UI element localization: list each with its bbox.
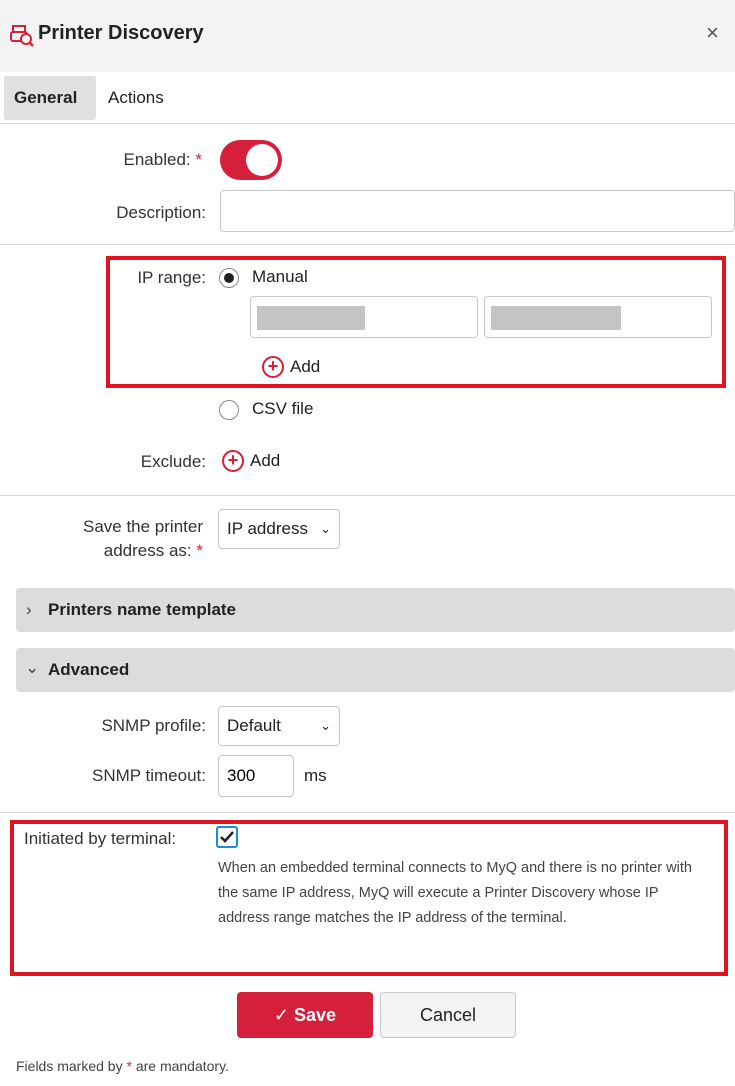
divider — [0, 244, 735, 245]
save-address-label: Save the printer address as: * — [82, 517, 203, 560]
chevron-down-icon: ⌄ — [320, 521, 331, 536]
divider — [0, 812, 735, 813]
description-label: Description: — [116, 203, 206, 222]
save-address-select[interactable]: IP address ⌄ — [218, 509, 340, 549]
close-icon[interactable]: × — [706, 20, 719, 46]
exclude-label: Exclude: — [140, 452, 206, 471]
snmp-timeout-input[interactable] — [218, 755, 294, 797]
checkmark-icon — [220, 831, 234, 843]
redacted-value — [257, 306, 365, 330]
tab-general[interactable]: General — [4, 76, 96, 120]
csv-radio-label: CSV file — [252, 399, 314, 418]
ip-range-from-input[interactable] — [250, 296, 478, 338]
snmp-timeout-unit: ms — [304, 766, 327, 785]
snmp-timeout-label: SNMP timeout: — [91, 766, 206, 785]
manual-radio-label: Manual — [252, 267, 308, 286]
advanced-section[interactable]: ⌄ Advanced — [16, 648, 735, 692]
save-button[interactable]: ✓ Save — [237, 992, 373, 1038]
radio-selected-dot — [224, 273, 234, 283]
chevron-right-icon: › — [26, 600, 32, 619]
description-input[interactable] — [220, 190, 735, 232]
add-exclude-button[interactable]: Add — [250, 451, 280, 471]
enabled-label: Enabled: * — [123, 150, 202, 169]
printers-name-template-section[interactable]: › Printers name template — [16, 588, 735, 632]
add-circle-icon[interactable]: + — [262, 356, 284, 378]
ip-range-label: IP range: — [137, 268, 206, 287]
toggle-knob — [246, 144, 278, 176]
chevron-down-icon: ⌄ — [320, 718, 331, 733]
terminal-description: When an embedded terminal connects to My… — [218, 860, 692, 926]
tab-actions[interactable]: Actions — [98, 76, 174, 120]
initiated-by-terminal-checkbox[interactable] — [216, 826, 238, 848]
redacted-value — [491, 306, 621, 330]
add-circle-icon[interactable]: + — [222, 450, 244, 472]
initiated-by-terminal-label: Initiated by terminal: — [24, 829, 177, 848]
ip-range-to-input[interactable] — [484, 296, 712, 338]
manual-radio[interactable] — [219, 268, 239, 288]
snmp-profile-select[interactable]: Default ⌄ — [218, 706, 340, 746]
csv-radio[interactable] — [219, 400, 239, 420]
mandatory-fields-note: Fields marked by * are mandatory. — [16, 1058, 229, 1074]
checkmark-icon: ✓ — [273, 1005, 290, 1025]
add-ip-range-button[interactable]: Add — [290, 357, 320, 377]
snmp-profile-label: SNMP profile: — [101, 716, 206, 735]
divider — [0, 495, 735, 496]
dialog-title: Printer Discovery — [38, 22, 204, 44]
chevron-down-icon: ⌄ — [25, 658, 40, 677]
printer-search-icon — [10, 25, 34, 47]
cancel-button[interactable]: Cancel — [380, 992, 516, 1038]
